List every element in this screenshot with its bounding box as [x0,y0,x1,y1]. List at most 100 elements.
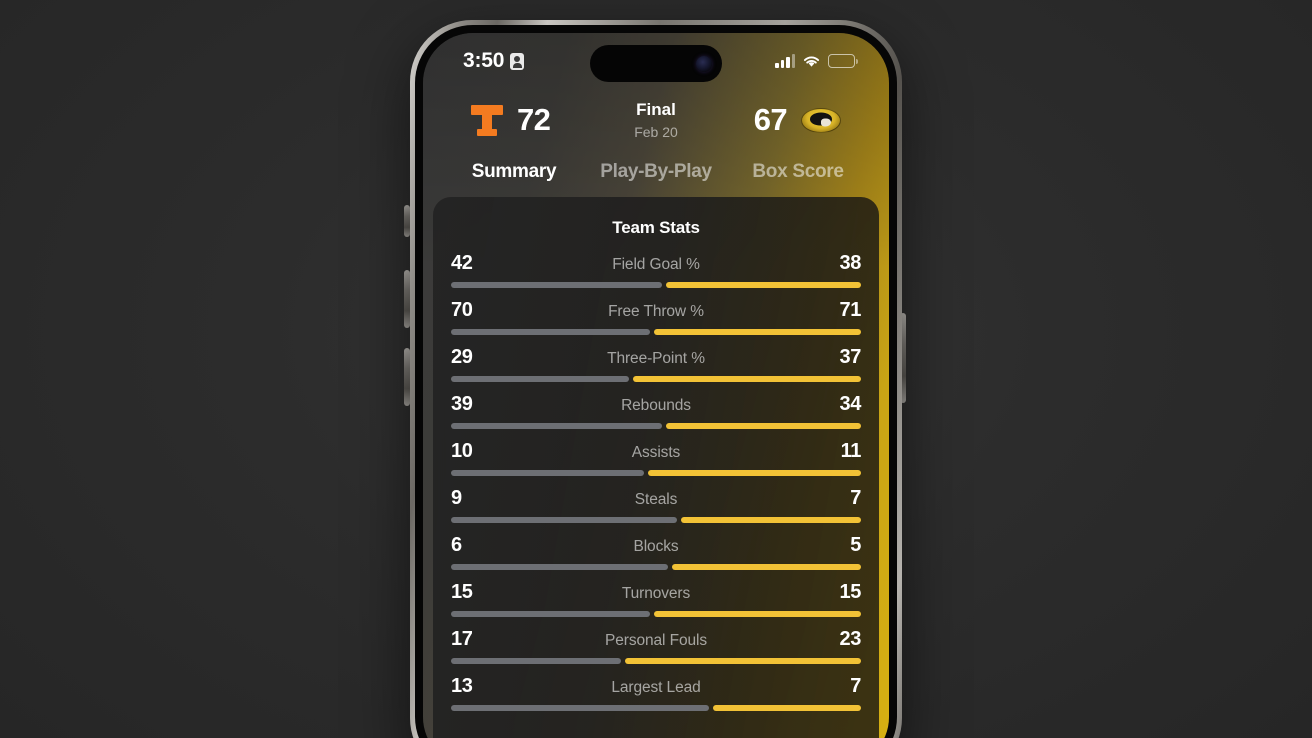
wifi-icon [802,54,821,68]
stat-row: 6 Blocks 5 [451,530,861,577]
status-bar-clock: 3:50 [463,49,505,72]
away-team-score: 67 [753,102,788,137]
stat-away-value: 71 [839,299,862,321]
stat-bar-pair [451,282,861,288]
status-bar-left: 3:50 [463,49,525,73]
stat-away-value: 23 [839,628,862,650]
stat-row: 13 Largest Lead 7 [451,671,861,718]
stat-bar-pair [451,564,861,570]
game-status-label: Final [636,100,676,120]
stat-home-value: 15 [451,581,473,603]
stat-home-value: 42 [451,252,473,274]
stat-home-value: 9 [451,487,462,509]
stat-label: Personal Fouls [605,632,707,649]
battery-icon [828,54,858,68]
stat-home-value: 10 [451,440,473,462]
tennessee-volunteers-logo-icon [471,103,503,137]
stat-row-header: 10 Assists 11 [451,440,861,463]
dynamic-island [590,45,722,82]
stat-bar-pair [451,517,861,523]
stat-bar-home [451,705,710,711]
stat-row: 10 Assists 11 [451,436,861,483]
stat-bar-away [666,282,861,288]
stat-row: 42 Field Goal % 38 [451,248,861,295]
team-stats-title: Team Stats [612,218,700,237]
game-date-label: Feb 20 [634,123,678,140]
stat-bar-away [647,470,861,476]
stat-bar-home [451,517,677,523]
stat-away-value: 15 [839,581,862,603]
stat-away-value: 7 [850,675,861,697]
stat-bar-pair [451,423,861,429]
stat-away-value: 34 [839,393,862,415]
stat-label: Assists [631,444,681,461]
stat-bar-home [451,611,650,617]
tab-summary[interactable]: Summary [443,161,585,183]
summary-scroll-area[interactable]: Team Stats 42 Field Goal % 38 70 Free Throw … [423,197,889,738]
stat-bar-away [653,329,861,335]
stat-bar-home [451,376,630,382]
stat-label: Field Goal % [612,256,700,273]
stat-bar-away [653,611,861,617]
home-team-score: 72 [517,102,551,137]
id-badge-icon [510,52,525,70]
stat-row-header: 15 Turnovers 15 [451,581,861,604]
home-team-block[interactable]: 72 [471,102,597,138]
stat-row-header: 70 Free Throw % 71 [451,299,861,322]
stat-home-value: 13 [451,675,473,697]
stat-row: 17 Personal Fouls 23 [451,624,861,671]
stat-label: Rebounds [621,397,691,414]
stat-bar-pair [451,658,861,664]
tab-play-by-play[interactable]: Play-By-Play [585,161,727,183]
stat-bar-pair [451,329,861,335]
phone-device-frame: 3:50 72 Final Feb 20 67 Summary Play-By-… [410,20,902,738]
stat-home-value: 17 [451,628,473,650]
stat-row-header: 42 Field Goal % 38 [451,252,861,275]
stat-row: 29 Three-Point % 37 [451,342,861,389]
stat-bar-away [666,423,861,429]
stat-label: Turnovers [621,585,691,602]
stat-bar-pair [451,611,861,617]
cellular-signal-icon [775,54,795,68]
phone-bezel: 3:50 72 Final Feb 20 67 Summary Play-By-… [415,25,897,738]
stat-row-header: 17 Personal Fouls 23 [451,628,861,651]
front-camera-icon [696,55,712,72]
stat-home-value: 70 [451,299,473,321]
stat-row: 70 Free Throw % 71 [451,295,861,342]
stat-row-header: 9 Steals 7 [451,487,861,510]
phone-screen: 3:50 72 Final Feb 20 67 Summary Play-By-… [423,33,889,738]
team-stats-card: Team Stats 42 Field Goal % 38 70 Free Throw … [433,197,879,738]
stat-bar-away [633,376,861,382]
stat-away-value: 7 [850,487,861,509]
tab-bar: Summary Play-By-Play Box Score [423,151,889,197]
stat-bar-home [451,564,669,570]
stat-row-header: 39 Rebounds 34 [451,393,861,416]
stat-row: 15 Turnovers 15 [451,577,861,624]
stat-row: 9 Steals 7 [451,483,861,530]
stat-label: Free Throw % [608,303,704,320]
stat-bar-pair [451,705,861,711]
stat-row-header: 13 Largest Lead 7 [451,675,861,698]
stat-bar-pair [451,376,861,382]
stat-label: Three-Point % [607,350,705,367]
stat-bar-home [451,658,622,664]
away-team-block[interactable]: 67 [715,102,841,138]
stat-row-header: 29 Three-Point % 37 [451,346,861,369]
stat-label: Steals [634,491,678,508]
stat-bar-home [451,282,663,288]
tab-box-score[interactable]: Box Score [727,161,869,183]
game-status-block: Final Feb 20 [597,100,715,139]
stat-home-value: 6 [451,534,462,556]
stat-home-value: 39 [451,393,473,415]
stat-home-value: 29 [451,346,473,368]
scoreboard-header[interactable]: 72 Final Feb 20 67 [423,89,889,151]
stat-bar-away [672,564,861,570]
stat-bar-pair [451,470,861,476]
stat-bar-away [713,705,861,711]
stat-label: Blocks [633,538,679,555]
stat-row-header: 6 Blocks 5 [451,534,861,557]
stat-bar-away [625,658,861,664]
stat-away-value: 5 [850,534,861,556]
stat-bar-away [680,517,861,523]
stat-bar-home [451,470,644,476]
